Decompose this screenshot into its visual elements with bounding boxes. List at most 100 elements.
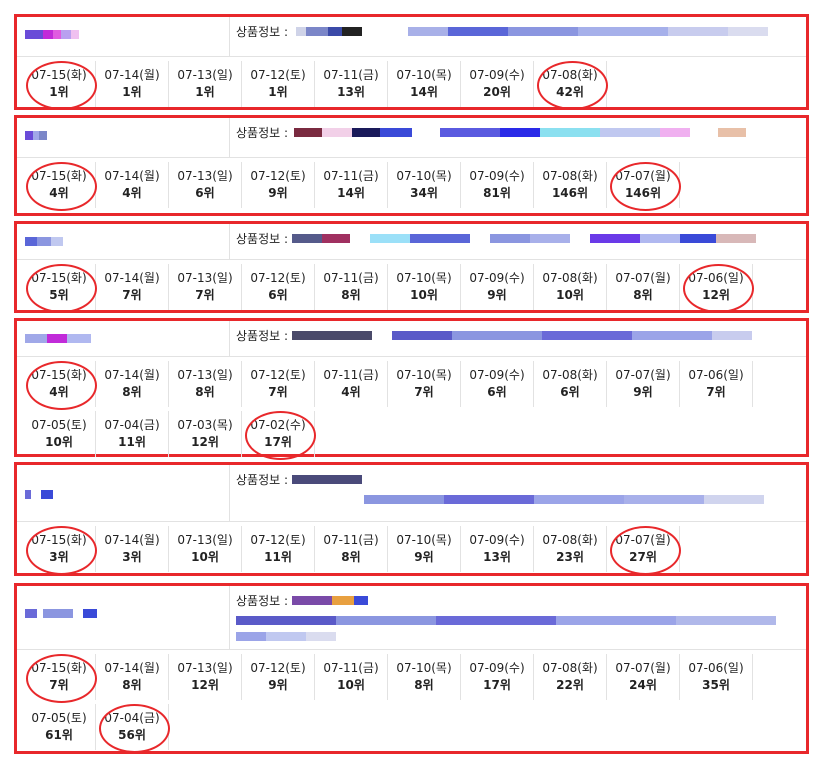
- rank-date: 07-12(토): [250, 533, 306, 547]
- rank-value: 9위: [633, 385, 653, 399]
- rank-cell: 07-07(월) 9위: [607, 361, 680, 407]
- product-info-label: 상품정보 :: [236, 24, 289, 39]
- rank-grid: 07-15(화) 1위 07-14(월) 1위 07-13(일) 1위 07-12(토) 1위…: [17, 57, 806, 115]
- rank-date: 07-09(수): [469, 271, 525, 285]
- rank-date: 07-07(월): [615, 271, 671, 285]
- product-card-5: 상품정보 : 07-15(화) 3위 07-14(월) 3위 07-13(일) 10위 07…: [14, 462, 809, 576]
- rank-value: 7위: [706, 385, 726, 399]
- rank-value: 7위: [195, 288, 215, 302]
- rank-value: 20위: [483, 85, 511, 99]
- rank-cell: 07-09(수) 13위: [461, 526, 534, 572]
- rank-value: 22위: [556, 678, 584, 692]
- product-info-label: 상품정보 :: [236, 125, 289, 140]
- rank-date: 07-15(화): [31, 661, 87, 675]
- rank-date: 07-15(화): [31, 271, 87, 285]
- rank-date: 07-11(금): [323, 533, 379, 547]
- product-name-redacted[interactable]: [17, 465, 230, 521]
- rank-cell: 07-09(수) 81위: [461, 162, 534, 208]
- rank-cell: 07-10(목) 14위: [388, 61, 461, 107]
- rank-date: 07-14(월): [104, 169, 160, 183]
- rank-date: 07-08(화): [542, 271, 598, 285]
- redacted-text: [25, 234, 221, 248]
- rank-value: 13위: [337, 85, 365, 99]
- rank-date: 07-08(화): [542, 533, 598, 547]
- product-name-redacted[interactable]: [17, 586, 230, 649]
- rank-value: 61위: [45, 728, 73, 742]
- rank-date: 07-08(화): [542, 68, 598, 82]
- rank-value: 9위: [487, 288, 507, 302]
- rank-value: 12위: [702, 288, 730, 302]
- rank-value: 6위: [560, 385, 580, 399]
- rank-grid: 07-15(화) 5위 07-14(월) 7위 07-13(일) 7위 07-12(토) 6위…: [17, 260, 806, 318]
- rank-date: 07-10(목): [396, 533, 452, 547]
- rank-cell: 07-10(목) 34위: [388, 162, 461, 208]
- rank-grid: 07-15(화) 7위 07-14(월) 8위 07-13(일) 12위 07-12(토) 9…: [17, 650, 806, 758]
- product-card-6: 상품정보 : 07-15(화) 7위 07-14(월) 8위 07-13(일) 12위 07…: [14, 583, 809, 754]
- rank-value: 146위: [624, 186, 662, 200]
- rank-cell: 07-13(일) 7위: [169, 264, 242, 310]
- rank-date: 07-15(화): [31, 68, 87, 82]
- rank-date: 07-13(일): [177, 169, 233, 183]
- rank-date: 07-11(금): [323, 661, 379, 675]
- rank-value: 8위: [341, 550, 361, 564]
- rank-cell: 07-11(금) 14위: [315, 162, 388, 208]
- rank-value: 11위: [118, 435, 146, 449]
- rank-value: 17위: [264, 435, 292, 449]
- rank-date: 07-09(수): [469, 68, 525, 82]
- rank-cell: 07-14(월) 1위: [96, 61, 169, 107]
- product-info-redacted: [294, 127, 747, 137]
- rank-cell-highlighted: 07-04(금) 56위: [96, 704, 170, 753]
- redacted-text: [25, 27, 221, 41]
- product-info-label: 상품정보 :: [236, 328, 289, 343]
- product-name-redacted[interactable]: [17, 321, 230, 356]
- rank-cell: 07-13(일) 6위: [169, 162, 242, 208]
- product-name-redacted[interactable]: [17, 118, 230, 157]
- rank-value: 7위: [268, 385, 288, 399]
- rank-date: 07-13(일): [177, 533, 233, 547]
- rank-cell: 07-03(목) 12위: [169, 411, 242, 457]
- rank-date: 07-10(목): [396, 271, 452, 285]
- redacted-text: [25, 487, 221, 501]
- rank-date: 07-12(토): [250, 169, 306, 183]
- rank-date: 07-14(월): [104, 368, 160, 382]
- rank-value: 9위: [414, 550, 434, 564]
- rank-value: 1위: [195, 85, 215, 99]
- rank-date: 07-07(월): [615, 661, 671, 675]
- rank-date: 07-11(금): [323, 169, 379, 183]
- rank-value: 1위: [268, 85, 288, 99]
- rank-cell: 07-10(목) 8위: [388, 654, 461, 700]
- rank-date: 07-14(월): [104, 533, 160, 547]
- rank-cell-highlighted: 07-15(화) 3위: [23, 526, 97, 575]
- rank-date: 07-06(일): [688, 368, 744, 382]
- rank-cell: 07-07(월) 8위: [607, 264, 680, 310]
- rank-date: 07-12(토): [250, 271, 306, 285]
- rank-value: 23위: [556, 550, 584, 564]
- rank-date: 07-03(목): [177, 418, 233, 432]
- rank-value: 3위: [49, 550, 69, 564]
- rank-value: 6위: [195, 186, 215, 200]
- rank-date: 07-07(월): [615, 533, 671, 547]
- rank-date: 07-11(금): [323, 368, 379, 382]
- rank-cell: 07-05(토) 61위: [23, 704, 96, 750]
- rank-date: 07-07(월): [615, 368, 671, 382]
- rank-date: 07-09(수): [469, 661, 525, 675]
- product-name-redacted[interactable]: [17, 224, 230, 259]
- rank-date: 07-05(토): [31, 711, 87, 725]
- rank-value: 1위: [122, 85, 142, 99]
- redacted-text: [25, 128, 221, 142]
- rank-date: 07-13(일): [177, 368, 233, 382]
- rank-date: 07-02(수): [250, 418, 306, 432]
- rank-value: 3위: [122, 550, 142, 564]
- rank-value: 35위: [702, 678, 730, 692]
- rank-cell: 07-04(금) 11위: [96, 411, 169, 457]
- rank-cell-highlighted: 07-08(화) 42위: [534, 61, 608, 110]
- rank-value: 4위: [341, 385, 361, 399]
- product-name-redacted[interactable]: [17, 17, 230, 56]
- rank-value: 12위: [191, 678, 219, 692]
- rank-cell: 07-11(금) 8위: [315, 264, 388, 310]
- rank-cell-highlighted: 07-02(수) 17위: [242, 411, 316, 460]
- rank-grid: 07-15(화) 3위 07-14(월) 3위 07-13(일) 10위 07-12(토) 1…: [17, 522, 806, 580]
- rank-date: 07-12(토): [250, 661, 306, 675]
- rank-cell: 07-09(수) 9위: [461, 264, 534, 310]
- rank-date: 07-10(목): [396, 368, 452, 382]
